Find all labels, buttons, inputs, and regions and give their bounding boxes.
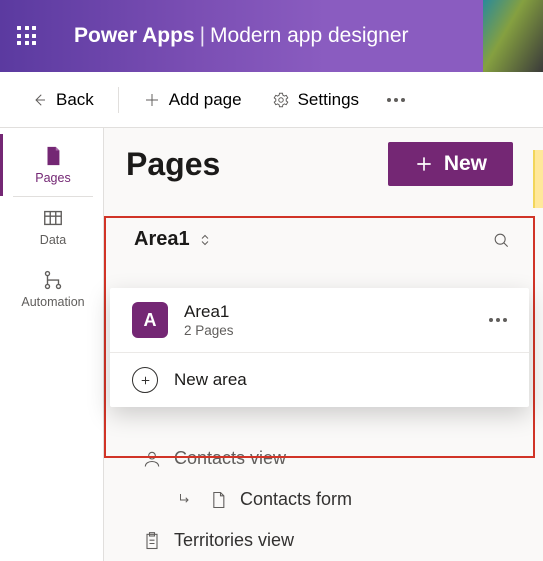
flow-icon	[42, 269, 64, 291]
area-dropdown: A Area1 2 Pages New area	[110, 288, 529, 407]
tree-item-contacts-form[interactable]: Contacts form	[136, 479, 523, 520]
pages-tree: Contacts view Contacts form Territories …	[136, 438, 523, 561]
branch-icon	[176, 491, 194, 509]
app-launcher[interactable]	[0, 0, 54, 72]
add-page-button[interactable]: Add page	[131, 84, 254, 116]
arrow-left-icon	[30, 91, 48, 109]
gear-icon	[272, 91, 290, 109]
nav-automation[interactable]: Automation	[0, 258, 103, 320]
main-panel: Pages New Area1 A Area1	[104, 128, 543, 561]
back-button[interactable]: Back	[18, 84, 106, 116]
nav-pages[interactable]: Pages	[0, 134, 103, 196]
page-icon	[208, 490, 228, 510]
clipboard-icon	[142, 531, 162, 551]
area-badge: A	[132, 302, 168, 338]
page-title: Pages	[126, 146, 220, 183]
command-bar: Back Add page Settings	[0, 72, 543, 128]
app-title: Power Apps|Modern app designer	[54, 24, 409, 48]
new-button[interactable]: New	[388, 142, 513, 186]
ellipsis-icon	[489, 318, 507, 322]
nav-data[interactable]: Data	[0, 196, 103, 258]
page-icon	[42, 145, 64, 167]
tree-item-contacts-view[interactable]: Contacts view	[136, 438, 523, 479]
area-selector[interactable]: Area1	[126, 210, 543, 265]
plus-icon	[143, 91, 161, 109]
area-option-more[interactable]	[489, 318, 507, 322]
side-strip	[533, 150, 543, 208]
command-overflow-button[interactable]	[377, 92, 415, 108]
new-area-option[interactable]: New area	[110, 353, 529, 407]
area-option-title: Area1	[184, 302, 473, 322]
waffle-icon	[17, 26, 37, 46]
tree-item-territories-view[interactable]: Territories view	[136, 520, 523, 561]
chevron-updown-icon	[196, 231, 214, 249]
plus-circle-icon	[132, 367, 158, 393]
ellipsis-icon	[387, 98, 405, 102]
area-option-subtitle: 2 Pages	[184, 323, 473, 338]
table-icon	[42, 207, 64, 229]
person-icon	[142, 449, 162, 469]
area-option-area1[interactable]: A Area1 2 Pages	[110, 288, 529, 353]
app-banner: Power Apps|Modern app designer	[0, 0, 543, 72]
search-icon[interactable]	[491, 230, 511, 250]
settings-button[interactable]: Settings	[260, 84, 371, 116]
left-nav: Pages Data Automation	[0, 128, 104, 561]
